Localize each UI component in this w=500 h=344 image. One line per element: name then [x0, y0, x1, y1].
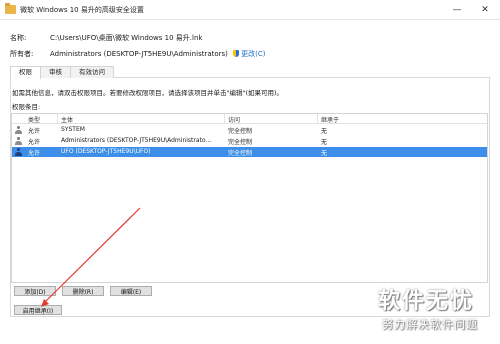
column-header-inherited-from[interactable]: 继承于 — [321, 115, 339, 124]
name-label: 名称: — [10, 34, 27, 42]
tab-effective-access[interactable]: 有效访问 — [70, 66, 114, 78]
edit-button[interactable]: 编辑(E) — [110, 286, 152, 296]
user-group-icon — [15, 126, 22, 134]
row-type: 允许 — [28, 150, 41, 157]
window-title: 微软 Windows 10 易升的高级安全设置 — [20, 6, 144, 14]
user-icon — [15, 148, 22, 156]
enable-inheritance-button[interactable]: 启用继承(I) — [14, 305, 62, 315]
change-owner-link[interactable]: 更改(C) — [241, 50, 265, 58]
name-value: C:\Users\UFO\桌面\微软 Windows 10 易升.lnk — [50, 34, 203, 42]
watermark-title: 软件无忧 — [378, 289, 475, 314]
owner-value: Administrators (DESKTOP-JT5HE9U\Administ… — [50, 50, 228, 58]
column-divider — [224, 114, 225, 124]
row-type: 允许 — [28, 139, 41, 146]
row-access: 完全控制 — [228, 128, 253, 135]
tab-strip: 权限 审核 有效访问 — [10, 66, 114, 79]
permission-entries-label: 权限条目: — [12, 103, 41, 111]
table-row[interactable]: 允许 Administrators (DESKTOP-JT5HE9U\Admin… — [12, 136, 487, 146]
table-row-selected[interactable]: 允许 UFO (DESKTOP-JT5HE9U\UFO) 完全控制 无 — [12, 147, 487, 157]
watermark-subtitle: 努力解决软件问题 — [382, 318, 478, 331]
table-row[interactable]: 允许 SYSTEM 完全控制 无 — [12, 125, 487, 135]
instructions-text: 如需其他信息，请双击权限项目。若要修改权限项目，请选择该项目并单击"编辑"(如果… — [12, 89, 284, 97]
close-button[interactable]: ✕ — [472, 0, 498, 20]
row-principal: Administrators (DESKTOP-JT5HE9U\Administ… — [61, 137, 212, 144]
row-access: 完全控制 — [228, 139, 253, 146]
tab-auditing[interactable]: 审核 — [40, 66, 71, 78]
row-inherited: 无 — [321, 139, 328, 146]
column-header-type[interactable]: 类型 — [28, 115, 40, 124]
remove-button[interactable]: 删除(R) — [62, 286, 104, 296]
row-inherited: 无 — [321, 128, 328, 135]
folder-icon — [5, 3, 16, 14]
row-principal: SYSTEM — [61, 126, 85, 133]
add-button[interactable]: 添加(D) — [14, 286, 56, 296]
owner-label: 所有者: — [10, 50, 34, 58]
watermark: 软件无忧 努力解决软件问题 — [378, 283, 498, 341]
row-type: 允许 — [28, 128, 41, 135]
user-group-icon — [15, 137, 22, 145]
column-header-access[interactable]: 访问 — [228, 115, 240, 124]
table-header: 类型 主体 访问 继承于 — [12, 114, 487, 124]
row-principal: UFO (DESKTOP-JT5HE9U\UFO) — [61, 148, 151, 155]
column-divider — [57, 114, 58, 124]
column-header-principal[interactable]: 主体 — [61, 115, 73, 124]
column-divider — [317, 114, 318, 124]
row-inherited: 无 — [321, 150, 328, 157]
shield-icon — [233, 50, 240, 57]
row-access: 完全控制 — [228, 150, 253, 157]
permission-table[interactable]: 类型 主体 访问 继承于 允许 SYSTEM 完全控制 无 允许 Adminis… — [11, 113, 488, 283]
title-bar: 微软 Windows 10 易升的高级安全设置 — ✕ — [0, 0, 500, 20]
minimize-button[interactable]: — — [444, 0, 470, 20]
tab-permissions[interactable]: 权限 — [10, 66, 41, 79]
owner-row: Administrators (DESKTOP-JT5HE9U\Administ… — [50, 49, 266, 59]
